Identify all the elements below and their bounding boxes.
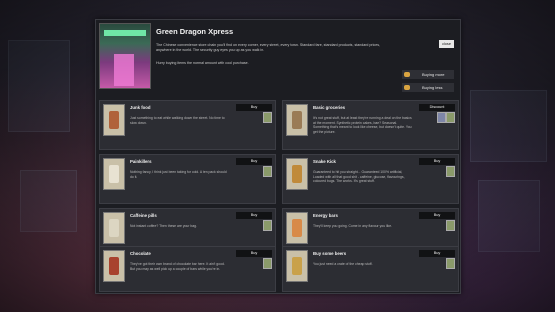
item-thumbnail <box>286 250 308 282</box>
item-thumbnail <box>103 104 125 136</box>
item-title: Energy bars <box>313 213 338 218</box>
shop-image <box>99 23 151 89</box>
shop-item-card: Painkillers Nothing fancy, I think just … <box>99 154 276 204</box>
shop-item-card: Buy some beers You just need a crate of … <box>282 246 459 292</box>
shop-door <box>114 54 134 86</box>
shop-description: The Chinese convenience store chain you'… <box>156 43 381 52</box>
item-title: Basic groceries <box>313 105 346 110</box>
item-thumbnail-icon <box>109 257 119 275</box>
item-title: Chocolate <box>130 251 151 256</box>
buy-button[interactable]: Buy <box>419 158 455 165</box>
buy-button-label: Buy <box>433 159 441 163</box>
shop-prompt: Hurry buying items the normal amount wit… <box>156 61 249 65</box>
item-cost-icon <box>446 258 455 269</box>
item-thumbnail-icon <box>109 219 119 237</box>
coin-icon <box>404 72 410 77</box>
buy-button[interactable]: Buy <box>236 212 272 219</box>
close-button[interactable]: close <box>439 40 454 48</box>
item-title: Buy some beers <box>313 251 347 256</box>
shop-item-card: Chocolate They've got their own brand of… <box>99 246 276 292</box>
item-thumbnail <box>286 104 308 136</box>
item-thumbnail-icon <box>292 219 302 237</box>
item-thumbnail <box>286 212 308 244</box>
buy-button[interactable]: Buy <box>419 212 455 219</box>
buy-button[interactable]: Buy <box>419 250 455 257</box>
item-cost-icon <box>263 220 272 231</box>
buy-button-label: Buy <box>250 159 258 163</box>
buy-button-label: Buy <box>250 105 258 109</box>
item-title: Junk food <box>130 105 151 110</box>
item-cost-icon <box>446 220 455 231</box>
discount-button-label: Discount <box>429 105 445 109</box>
item-description: They've got their own brand of chocolate… <box>130 262 225 271</box>
item-description: It's not great stuff, but at least they'… <box>313 116 412 134</box>
item-thumbnail <box>103 250 125 282</box>
buying-less-label: Buying less <box>422 85 443 90</box>
shop-sign <box>104 30 146 36</box>
item-thumbnail-icon <box>292 257 302 275</box>
shop-item-card: Junk food Just something to eat while wa… <box>99 100 276 150</box>
item-cost-icon <box>263 166 272 177</box>
buy-button-label: Buy <box>433 251 441 255</box>
item-thumbnail <box>103 212 125 244</box>
item-title: Snake Kick <box>313 159 336 164</box>
buy-button[interactable]: Buy <box>236 104 272 111</box>
item-thumbnail <box>103 158 125 190</box>
buying-less-button[interactable]: Buying less <box>402 83 454 92</box>
item-thumbnail-icon <box>292 165 302 183</box>
item-description: You just need a crate of the cheap stuff… <box>313 262 373 266</box>
item-description: Guaranteed to hit you straight... Guaran… <box>313 170 405 184</box>
item-description: Not instant coffee? Then these are your … <box>130 224 197 228</box>
buy-button[interactable]: Buy <box>236 250 272 257</box>
item-description: Just something to eat while walking down… <box>130 116 225 125</box>
discount-button[interactable]: Discount <box>419 104 455 111</box>
buy-button-label: Buy <box>250 213 258 217</box>
item-thumbnail-icon <box>109 111 119 129</box>
item-thumbnail <box>286 158 308 190</box>
buying-more-button[interactable]: Buying more <box>402 70 454 79</box>
shop-panel: Green Dragon Xpress The Chinese convenie… <box>95 19 461 294</box>
item-description: Nothing fancy, I think just been taking … <box>130 170 227 179</box>
buy-button-label: Buy <box>433 213 441 217</box>
item-title: Caffeine pills <box>130 213 157 218</box>
item-description: They'll keep you going. Come in any flav… <box>313 224 393 228</box>
item-title: Painkillers <box>130 159 152 164</box>
shop-header: Green Dragon Xpress The Chinese convenie… <box>99 23 457 111</box>
item-cost-icon <box>263 112 272 123</box>
item-discount-icon <box>437 112 446 123</box>
buying-more-label: Buying more <box>422 72 445 77</box>
item-cost-icon <box>263 258 272 269</box>
item-thumbnail-icon <box>109 165 119 183</box>
coin-icon <box>404 85 410 90</box>
buy-button-label: Buy <box>250 251 258 255</box>
shop-item-card: Snake Kick Guaranteed to hit you straigh… <box>282 154 459 204</box>
buy-button[interactable]: Buy <box>236 158 272 165</box>
shop-item-card: Basic groceries It's not great stuff, bu… <box>282 100 459 150</box>
shop-title: Green Dragon Xpress <box>156 27 234 36</box>
item-thumbnail-icon <box>292 111 302 129</box>
item-cost-icon <box>446 166 455 177</box>
item-cost-icon <box>446 112 455 123</box>
